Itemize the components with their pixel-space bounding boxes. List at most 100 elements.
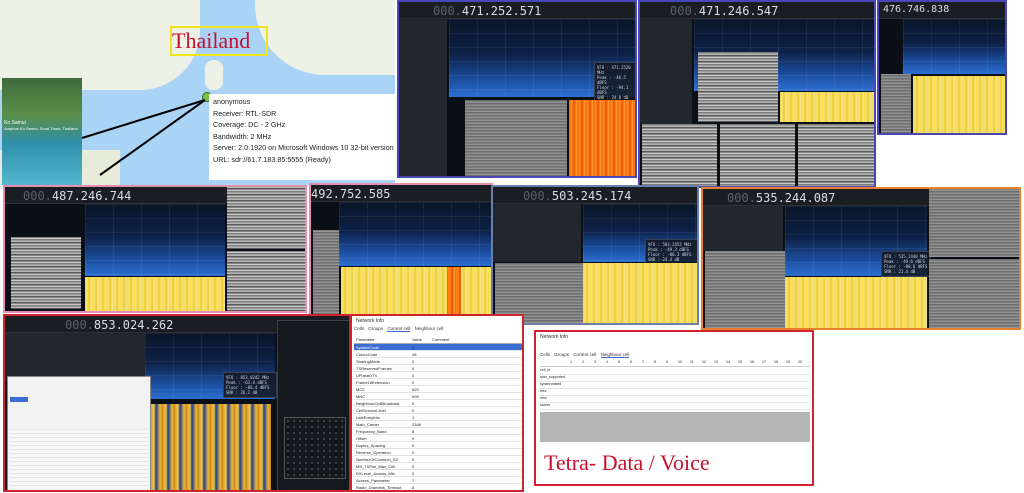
tab-groups[interactable]: Groups	[554, 352, 569, 357]
vfo-readout: VFO : 853.0242 MHz Peak : -63.4 dBFS Flo…	[223, 372, 277, 398]
frequency-display: 000.487.246.744	[23, 189, 131, 203]
decoded-image	[698, 52, 778, 122]
sdr-capture-1[interactable]: 000.471.252.571 VFO : 471.2520 MHz Peak …	[397, 0, 637, 178]
sdr-capture-2[interactable]: 000.471.246.547	[638, 0, 876, 188]
waterfall-yellow[interactable]	[583, 263, 697, 323]
tab-current-cell[interactable]: Current cell	[387, 326, 411, 332]
table-row[interactable]: CellServiceLevel 0	[354, 407, 522, 414]
table-row[interactable]: Offset 0	[354, 435, 522, 442]
signal-trace	[447, 267, 461, 316]
tab-groups[interactable]: Groups	[368, 326, 383, 331]
table-row[interactable]: Main_Carrier 2348	[354, 421, 522, 428]
sdr-capture-3[interactable]: 476.746.838	[877, 0, 1007, 135]
table-row[interactable]: Access_Parameter 7	[354, 477, 522, 484]
frequency-prefix: 000.	[670, 4, 699, 18]
table-row[interactable]: UPlaneDTX 0	[354, 372, 522, 379]
waterfall-bw[interactable]	[881, 74, 911, 133]
neighbour-info-window[interactable]: Network Info Cells Groups Current cell N…	[534, 330, 814, 486]
grid-header-cell: 2	[582, 360, 584, 364]
spectrum-view[interactable]	[85, 204, 225, 276]
spectrum-view[interactable]	[339, 202, 491, 266]
frequency-value: 487.246.744	[51, 189, 132, 203]
constellation-panel[interactable]	[277, 320, 349, 490]
cell-parameter: Offset	[356, 436, 367, 441]
tab-bar: Cells Groups Current cell Neighbour cell	[354, 326, 444, 332]
grid-header-cell: 18	[774, 360, 778, 364]
frequency-prefix: 000.	[727, 191, 756, 205]
table-row[interactable]: NumberOfCommon_SC 0	[354, 456, 522, 463]
table-row[interactable]: SharingMode 0	[354, 358, 522, 365]
network-info-window[interactable]: Network Info Cells Groups Current cell N…	[350, 314, 524, 492]
grid-header-cell: 10	[678, 360, 682, 364]
spectrum-view[interactable]	[903, 19, 1005, 74]
waterfall-yellow[interactable]	[341, 267, 491, 316]
col-comment: Comment	[432, 337, 450, 342]
table-row[interactable]: ColourCode 28	[354, 351, 522, 358]
grid-row-label: rpec_supported	[540, 375, 565, 379]
sdr-capture-5[interactable]: 492.752.585	[309, 183, 493, 318]
table-row[interactable]: MS_TXPwr_Max_Cell 5	[354, 463, 522, 470]
cell-parameter: UPlaneDTX	[356, 373, 378, 378]
table-row[interactable]: Radio_Downlink_Timeout 8	[354, 484, 522, 490]
sdr-sidebar[interactable]	[493, 204, 581, 262]
vfo-line: SNR : 26.1 dB	[226, 390, 258, 395]
grid-row-label: cell_id	[540, 368, 551, 372]
cell-value: 0	[412, 373, 415, 378]
table-row[interactable]: MCC 520	[354, 386, 522, 393]
waterfall-bw[interactable]	[313, 230, 339, 316]
frequency-display: 000.471.246.547	[670, 4, 778, 18]
waterfall-bw[interactable]	[929, 259, 1019, 328]
tab-neighbour-cell[interactable]: Neighbour cell	[600, 352, 630, 358]
decoder-log-window[interactable]	[7, 376, 151, 490]
frequency-value: 471.246.547	[698, 4, 779, 18]
constellation-plot	[284, 417, 346, 479]
grid-row[interactable]: carrier	[540, 402, 810, 410]
sdr-sidebar[interactable]	[399, 19, 447, 176]
frequency-display: 000.853.024.262	[65, 318, 173, 332]
table-row[interactable]: RXLevel_Access_Min 0	[354, 470, 522, 477]
connector-line-1	[81, 99, 206, 139]
sdr-capture-4[interactable]: 000.487.246.744	[3, 185, 307, 313]
grid-header-cell: 20	[798, 360, 802, 364]
table-row[interactable]: LateEntryInfo 1	[354, 414, 522, 421]
waterfall-yellow[interactable]	[913, 76, 1005, 133]
cell-parameter: SharingMode	[356, 359, 380, 364]
sdr-sidebar[interactable]	[640, 19, 692, 124]
waterfall-orange[interactable]	[569, 100, 635, 176]
vfo-line: SNR : 24.4 dB	[648, 257, 680, 262]
cell-value: 0	[412, 380, 415, 385]
cell-parameter: Main_Carrier	[356, 422, 380, 427]
waterfall-yellow[interactable]	[780, 92, 874, 122]
grid-row-label: carrier	[540, 403, 551, 407]
waterfall-yellow[interactable]	[785, 277, 927, 328]
sdr-capture-8[interactable]: 000.853.024.262 VFO : 853.0242 MHz Peak …	[3, 314, 351, 492]
table-row[interactable]: Frequency_Band 8	[354, 428, 522, 435]
table-row[interactable]: TSReservedFrames 0	[354, 365, 522, 372]
tab-current-cell[interactable]: Current cell	[573, 352, 596, 357]
waterfall-bw[interactable]	[929, 189, 1019, 257]
sdr-capture-7[interactable]: 000.535.244.087 VFO : 535.2440 MHz Peak …	[701, 187, 1021, 330]
table-row[interactable]: SystemCode 4	[354, 344, 522, 351]
cell-value: 5	[412, 464, 415, 469]
cell-parameter: MCC	[356, 387, 366, 392]
table-row[interactable]: MNC 905	[354, 393, 522, 400]
table-row[interactable]: NeighbourCellBroadcast 0	[354, 400, 522, 407]
sdr-sidebar[interactable]	[5, 333, 145, 381]
vfo-readout: VFO : 471.2520 MHz Peak : -46.5 dBFS Flo…	[594, 62, 635, 103]
waterfall-bw[interactable]	[465, 100, 567, 176]
waterfall-yellow[interactable]	[151, 404, 271, 490]
table-row[interactable]: Frame18Extension 0	[354, 379, 522, 386]
table-row[interactable]: Duplex_Spacing 0	[354, 442, 522, 449]
sdr-capture-6[interactable]: 000.503.245.174 VFO : 503.2452 MHz Peak …	[491, 185, 699, 325]
tab-cells[interactable]: Cells	[354, 326, 364, 331]
tab-neighbour-cell[interactable]: Neighbour cell	[415, 326, 444, 331]
map-panel[interactable]: Thailand Ko Samui Amphoe Ko Samui, Surat…	[0, 0, 395, 185]
log-selected-row[interactable]	[10, 397, 28, 402]
table-row[interactable]: Reverse_Operation 0	[354, 449, 522, 456]
sdr-sidebar[interactable]	[703, 206, 783, 251]
waterfall-yellow[interactable]	[85, 277, 225, 311]
waterfall-bw[interactable]	[705, 251, 785, 328]
photo-thumbnail[interactable]: Ko Samui Amphoe Ko Samui, Surat Thani, T…	[2, 78, 82, 185]
tab-cells[interactable]: Cells	[540, 352, 550, 357]
frequency-prefix: 000.	[433, 4, 462, 18]
